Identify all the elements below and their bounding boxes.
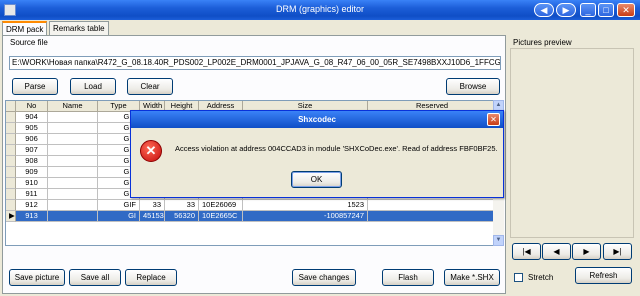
flash-button[interactable]: Flash [382,269,434,286]
pill-right-button[interactable]: ▶ [556,3,576,17]
scroll-down-icon[interactable]: ▼ [493,235,504,246]
cell-name[interactable] [48,156,98,167]
cell-width[interactable]: 33 [140,200,165,211]
tab-drm-pack[interactable]: DRM pack [2,21,48,36]
cell-height[interactable]: 56320 [165,211,199,222]
cell-name[interactable] [48,200,98,211]
error-dialog: Shxcodec ✕ ✕ Access violation at address… [130,110,504,198]
row-indicator [6,189,16,200]
cell-reserved[interactable] [368,200,495,211]
col-no[interactable]: No [16,101,48,112]
cell-no[interactable]: 913 [16,211,48,222]
cell-no[interactable]: 911 [16,189,48,200]
cell-size[interactable]: 1523 [243,200,368,211]
cell-name[interactable] [48,211,98,222]
row-indicator [6,134,16,145]
cell-no[interactable]: 905 [16,123,48,134]
window-titlebar: DRM (graphics) editor ◀ ▶ _ □ ✕ [0,0,640,20]
last-picture-button[interactable]: ▶| [603,243,632,260]
row-indicator [6,200,16,211]
source-file-label: Source file [10,38,48,47]
cell-no[interactable]: 904 [16,112,48,123]
cell-name[interactable] [48,145,98,156]
tab-remarks-table[interactable]: Remarks table [49,21,109,35]
cell-size[interactable]: -100857247 [243,211,368,222]
row-indicator [6,167,16,178]
dialog-title: Shxcodec [131,111,503,128]
stretch-label: Stretch [528,273,554,282]
dialog-message: Access violation at address 004CCAD3 in … [175,144,498,153]
pill-left-button[interactable]: ◀ [534,3,554,17]
cell-no[interactable]: 909 [16,167,48,178]
header-indicator [6,101,16,112]
source-file-path-input[interactable]: E:\WORK\Новая папка\R472_G_08.18.40R_PDS… [9,56,501,70]
load-button[interactable]: Load [70,78,116,95]
cell-type[interactable]: GI [98,211,140,222]
maximize-button[interactable]: □ [598,3,614,17]
cell-no[interactable]: 908 [16,156,48,167]
pictures-preview-label: Pictures preview [513,38,572,47]
replace-button[interactable]: Replace [125,269,177,286]
row-indicator-icon: ▶ [6,211,16,222]
cell-name[interactable] [48,112,98,123]
close-button[interactable]: ✕ [617,3,635,17]
parse-button[interactable]: Parse [12,78,58,95]
save-changes-button[interactable]: Save changes [292,269,356,286]
first-picture-button[interactable]: |◀ [512,243,541,260]
cell-name[interactable] [48,189,98,200]
cell-name[interactable] [48,134,98,145]
pictures-preview-area [510,48,634,238]
row-indicator [6,156,16,167]
col-name[interactable]: Name [48,101,98,112]
save-picture-button[interactable]: Save picture [9,269,65,286]
clear-button[interactable]: Clear [127,78,173,95]
minimize-button[interactable]: _ [580,3,596,17]
refresh-button[interactable]: Refresh [575,267,632,284]
make-shx-button[interactable]: Make *.SHX [444,269,500,286]
cell-name[interactable] [48,123,98,134]
next-picture-button[interactable]: ▶ [572,243,601,260]
error-icon: ✕ [140,140,162,162]
cell-no[interactable]: 907 [16,145,48,156]
cell-no[interactable]: 906 [16,134,48,145]
cell-name[interactable] [48,167,98,178]
cell-name[interactable] [48,178,98,189]
row-indicator [6,178,16,189]
cell-type[interactable]: GIF [98,200,140,211]
cell-no[interactable]: 910 [16,178,48,189]
cell-reserved[interactable] [368,211,495,222]
row-indicator [6,112,16,123]
dialog-close-icon[interactable]: ✕ [487,113,500,126]
row-indicator [6,123,16,134]
cell-height[interactable]: 33 [165,200,199,211]
stretch-checkbox[interactable] [514,273,523,282]
cell-address[interactable]: 10E2665C [199,211,243,222]
cell-width[interactable]: 45153 [140,211,165,222]
prev-picture-button[interactable]: ◀ [542,243,571,260]
row-indicator [6,145,16,156]
dialog-ok-button[interactable]: OK [291,171,342,188]
cell-no[interactable]: 912 [16,200,48,211]
cell-address[interactable]: 10E26069 [199,200,243,211]
save-all-button[interactable]: Save all [69,269,121,286]
browse-button[interactable]: Browse [446,78,500,95]
